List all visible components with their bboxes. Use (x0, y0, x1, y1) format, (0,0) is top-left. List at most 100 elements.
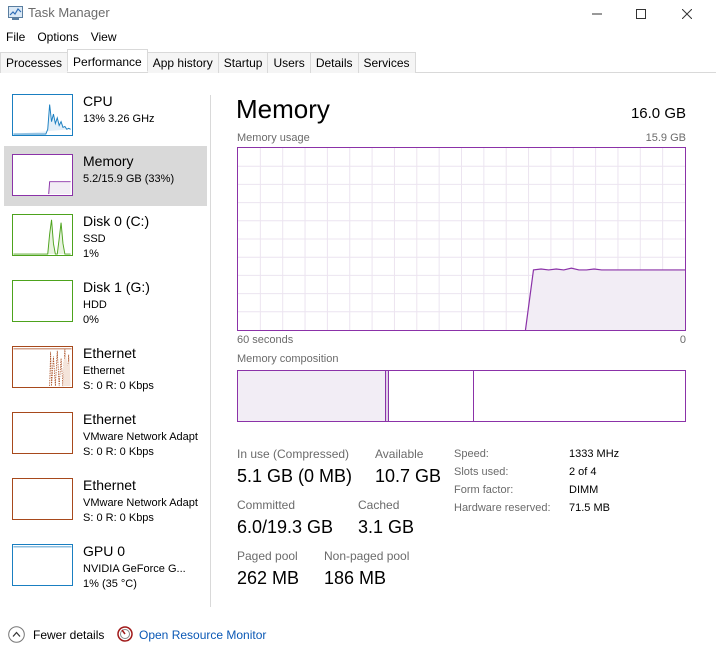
minimize-icon (592, 13, 602, 15)
maximize-button[interactable] (618, 0, 664, 28)
close-icon (682, 9, 692, 19)
tab-users[interactable]: Users (267, 52, 311, 73)
sidebar-ethernet2-throughput: S: 0 R: 0 Kbps (83, 446, 154, 458)
sidebar-item-disk0[interactable]: Disk 0 (C:) SSD 1% (4, 206, 207, 266)
sidebar-memory-title: Memory (83, 153, 134, 169)
cached-label: Cached (358, 498, 400, 512)
graph-time-label: 60 seconds (237, 334, 294, 346)
cached-value: 3.1 GB (358, 517, 415, 537)
sidebar-item-ethernet-1[interactable]: Ethernet Ethernet S: 0 R: 0 Kbps (4, 338, 207, 398)
speed-label: Speed: (454, 448, 489, 460)
sidebar-disk0-type: SSD (83, 233, 106, 245)
sidebar-item-memory[interactable]: Memory 5.2/15.9 GB (33%) (4, 146, 207, 206)
committed-label: Committed (237, 498, 296, 512)
sidebar-disk1-usage: 0% (83, 314, 99, 326)
sidebar-ethernet3-adapter: VMware Network Adapt (83, 497, 198, 509)
fewer-details-link[interactable]: Fewer details (33, 628, 104, 642)
tab-details[interactable]: Details (309, 52, 359, 73)
ethernet1-thumbnail-graph (12, 346, 73, 388)
open-resource-monitor-link[interactable]: Open Resource Monitor (139, 628, 266, 642)
ethernet2-thumbnail-graph (12, 412, 73, 454)
tab-bar: Processes Performance App history Startu… (0, 49, 716, 73)
in-use-label: In use (Compressed) (237, 447, 350, 461)
memory-detail-panel: Memory 16.0 GB Memory usage 15.9 GB 60 s… (228, 86, 698, 606)
composition-segment-in-use[interactable] (238, 371, 386, 421)
tab-processes[interactable]: Processes (0, 52, 69, 73)
close-button[interactable] (664, 0, 710, 28)
page-title: Memory (236, 94, 330, 124)
sidebar-ethernet1-title: Ethernet (83, 345, 136, 361)
menu-options[interactable]: Options (31, 28, 84, 48)
sidebar-cpu-usage: 13% 3.26 GHz (83, 113, 155, 125)
nonpaged-pool-label: Non-paged pool (324, 549, 410, 563)
paged-pool-label: Paged pool (237, 549, 298, 563)
sidebar-item-cpu[interactable]: CPU 13% 3.26 GHz (4, 86, 207, 146)
composition-segment-standby[interactable] (389, 371, 474, 421)
form-factor-value: DIMM (569, 484, 599, 496)
sidebar-disk0-usage: 1% (83, 248, 99, 260)
speed-value: 1333 MHz (569, 448, 620, 460)
slots-label: Slots used: (454, 466, 509, 478)
cpu-thumbnail-graph (12, 94, 73, 136)
task-manager-icon (8, 6, 23, 20)
sidebar-ethernet2-adapter: VMware Network Adapt (83, 431, 198, 443)
available-value: 10.7 GB (375, 466, 442, 486)
sidebar-disk1-type: HDD (83, 299, 107, 311)
sidebar-gpu-usage: 1% (35 °C) (83, 578, 137, 590)
sidebar-item-gpu[interactable]: GPU 0 NVIDIA GeForce G... 1% (35 °C) (4, 536, 207, 596)
hardware-reserved-label: Hardware reserved: (454, 502, 551, 514)
sidebar-cpu-title: CPU (83, 93, 113, 109)
disk1-thumbnail-graph (12, 280, 73, 322)
title-bar: Task Manager (0, 0, 716, 28)
maximize-icon (636, 9, 646, 19)
gpu-thumbnail-graph (12, 544, 73, 586)
sidebar-item-ethernet-2[interactable]: Ethernet VMware Network Adapt S: 0 R: 0 … (4, 404, 207, 464)
composition-segment-free[interactable] (474, 371, 685, 421)
tab-performance[interactable]: Performance (67, 49, 148, 72)
sidebar-ethernet3-throughput: S: 0 R: 0 Kbps (83, 512, 154, 524)
tab-app-history[interactable]: App history (146, 52, 219, 73)
sidebar-ethernet3-title: Ethernet (83, 477, 136, 493)
sidebar-ethernet1-adapter: Ethernet (83, 365, 125, 377)
memory-usage-max: 15.9 GB (645, 132, 686, 144)
sidebar-ethernet2-title: Ethernet (83, 411, 136, 427)
memory-thumbnail-graph (12, 154, 73, 196)
form-factor-label: Form factor: (454, 484, 514, 496)
menu-view[interactable]: View (85, 28, 123, 48)
ethernet3-thumbnail-graph (12, 478, 73, 520)
resource-sidebar: CPU 13% 3.26 GHz Memory 5.2/15.9 GB (33%… (0, 86, 210, 606)
paged-pool-value: 262 MB (237, 568, 300, 588)
chevron-up-icon[interactable] (8, 626, 25, 643)
minimize-button[interactable] (574, 0, 620, 28)
hardware-reserved-value: 71.5 MB (569, 502, 610, 514)
available-label: Available (375, 447, 424, 461)
memory-composition-bar (237, 370, 686, 422)
sidebar-ethernet1-throughput: S: 0 R: 0 Kbps (83, 380, 154, 392)
sidebar-gpu-model: NVIDIA GeForce G... (83, 563, 186, 575)
sidebar-disk1-title: Disk 1 (G:) (83, 279, 150, 295)
footer: Fewer details Open Resource Monitor (0, 620, 716, 650)
graph-time-zero: 0 (679, 334, 686, 346)
memory-usage-area (525, 268, 685, 330)
disk0-thumbnail-graph (12, 214, 73, 256)
resource-monitor-icon[interactable] (117, 626, 133, 642)
menu-bar: File Options View (0, 28, 123, 48)
in-use-value: 5.1 GB (0 MB) (237, 466, 353, 486)
slots-value: 2 of 4 (569, 466, 597, 478)
memory-usage-graph (237, 147, 686, 331)
window-title: Task Manager (28, 5, 110, 20)
sidebar-memory-usage: 5.2/15.9 GB (33%) (83, 173, 175, 185)
sidebar-disk0-title: Disk 0 (C:) (83, 213, 150, 229)
memory-composition-label: Memory composition (237, 353, 339, 365)
sidebar-gpu-title: GPU 0 (83, 543, 126, 559)
tab-startup[interactable]: Startup (217, 52, 269, 73)
committed-value: 6.0/19.3 GB (237, 517, 334, 537)
memory-usage-label: Memory usage (237, 132, 310, 144)
tab-services[interactable]: Services (357, 52, 416, 73)
sidebar-item-disk1[interactable]: Disk 1 (G:) HDD 0% (4, 272, 207, 332)
sidebar-divider (210, 95, 211, 607)
total-memory: 16.0 GB (630, 105, 686, 122)
menu-file[interactable]: File (0, 28, 31, 48)
nonpaged-pool-value: 186 MB (324, 568, 387, 588)
sidebar-item-ethernet-3[interactable]: Ethernet VMware Network Adapt S: 0 R: 0 … (4, 470, 207, 530)
